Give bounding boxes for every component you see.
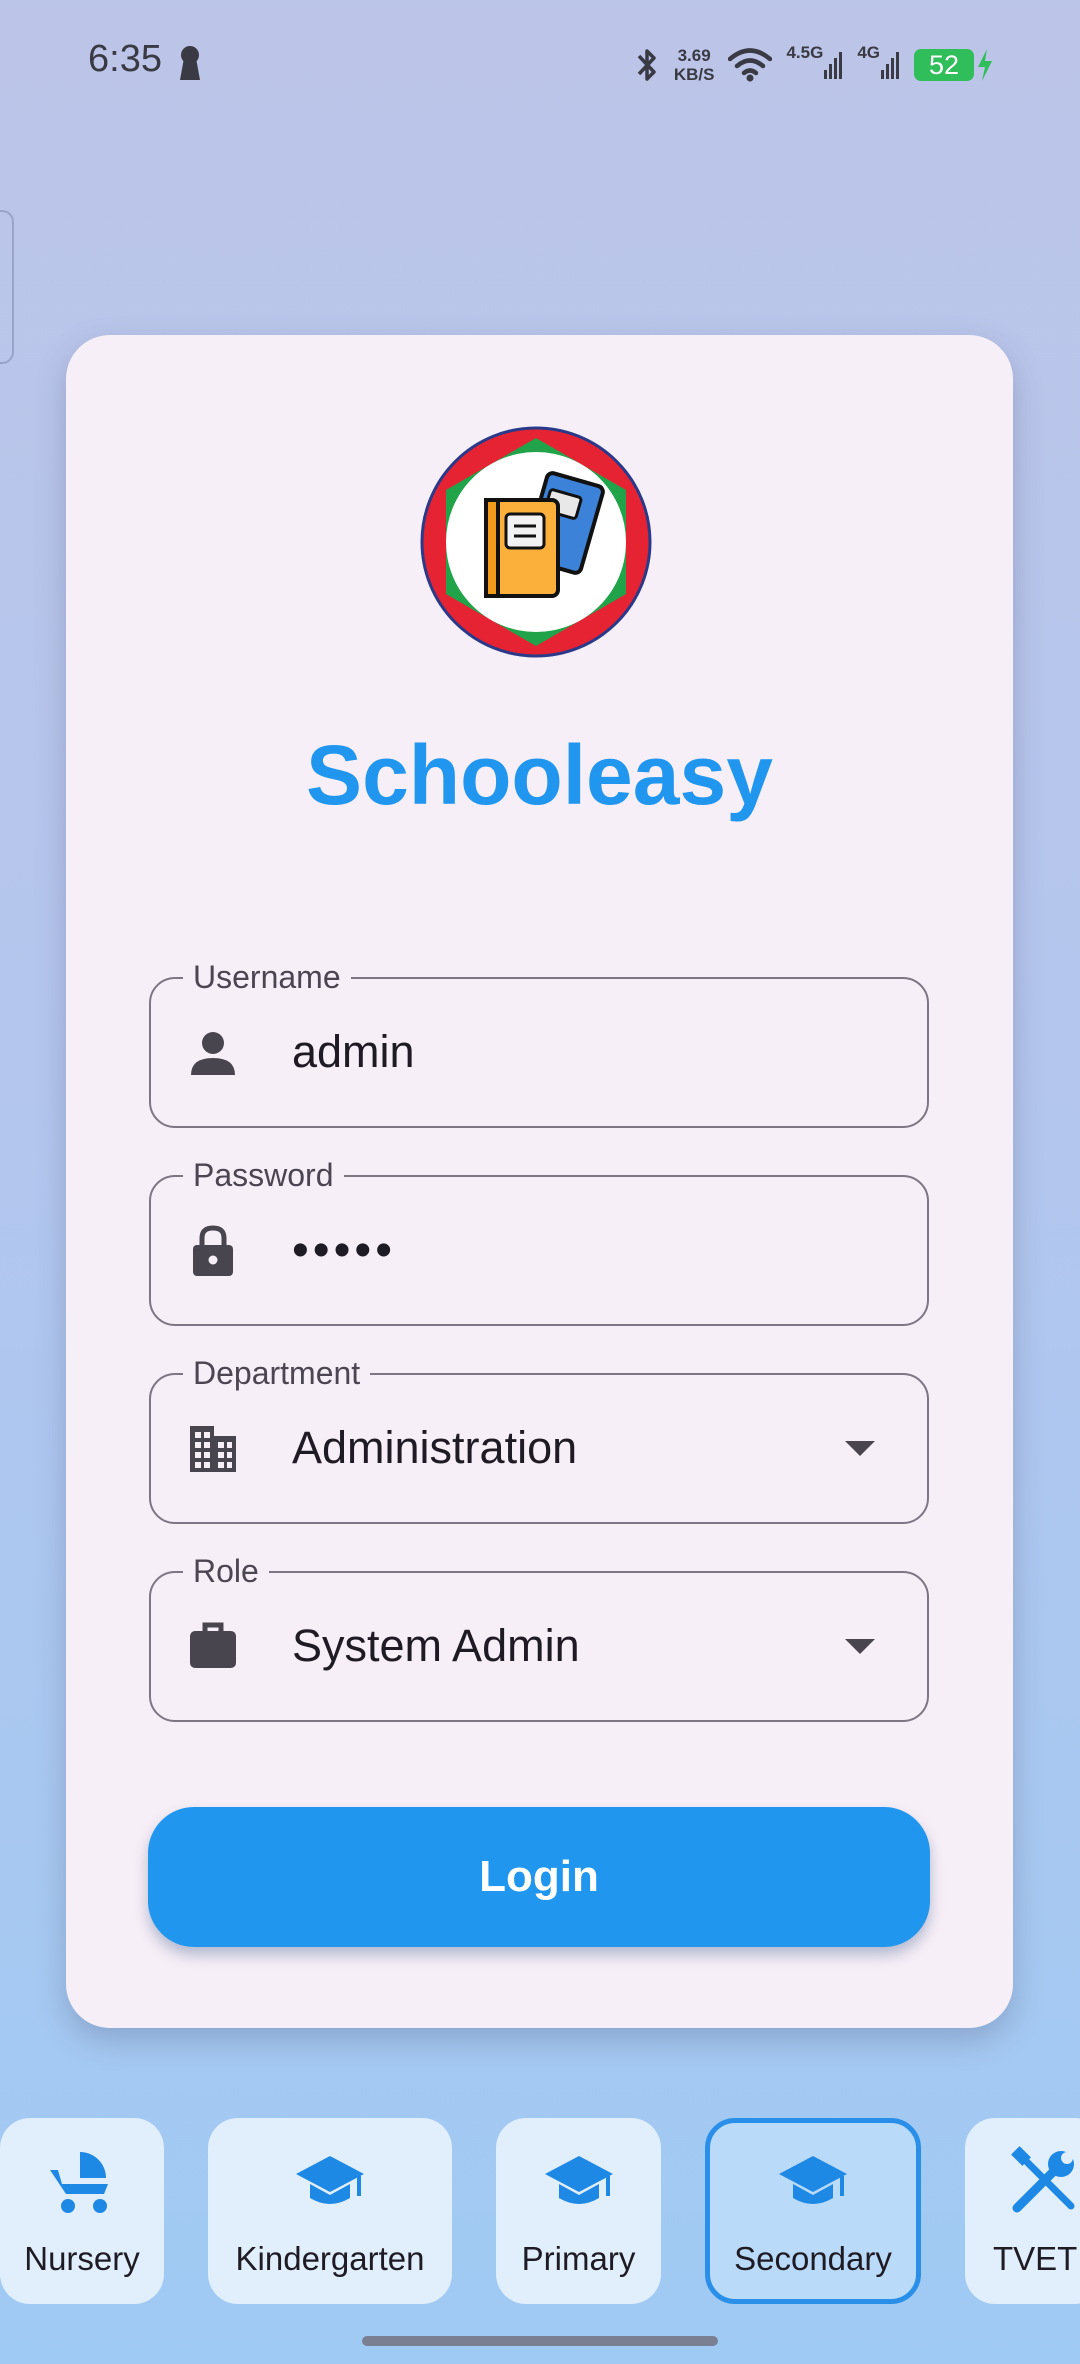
level-tab-secondary[interactable]: Secondary bbox=[705, 2118, 921, 2304]
status-bar: 6:35 3.69 KB/S 4.5G 4G 52 bbox=[0, 0, 1080, 130]
building-icon bbox=[190, 1426, 236, 1472]
login-button[interactable]: Login bbox=[148, 1807, 930, 1947]
edge-panel-handle[interactable] bbox=[0, 210, 14, 364]
login-card: Schooleasy Username admin Password •••••… bbox=[66, 335, 1013, 2028]
signal-label-2: 4G bbox=[857, 43, 880, 62]
network-speed-value: 3.69 bbox=[677, 46, 711, 65]
role-value: System Admin bbox=[292, 1620, 580, 1671]
level-label-nursery: Nursery bbox=[24, 2240, 140, 2277]
level-tab-primary[interactable]: Primary bbox=[496, 2118, 661, 2304]
lock-icon bbox=[193, 1225, 233, 1276]
stroller-icon bbox=[50, 2152, 108, 2213]
signal-label-1: 4.5G bbox=[786, 43, 824, 62]
dropdown-arrow-icon bbox=[845, 1639, 875, 1654]
network-speed: 3.69 KB/S bbox=[674, 46, 715, 84]
school-level-tabs: Nursery Kindergarten Primary Secondary T… bbox=[0, 2118, 1080, 2308]
graduation-cap-icon bbox=[779, 2156, 847, 2204]
tools-icon bbox=[1011, 2146, 1075, 2213]
level-tab-tvet[interactable]: TVET bbox=[965, 2118, 1080, 2304]
level-label-secondary: Secondary bbox=[734, 2240, 892, 2277]
password-field[interactable]: Password ••••• bbox=[149, 1157, 929, 1326]
bluetooth-icon bbox=[637, 49, 656, 81]
keyhole-icon bbox=[180, 46, 200, 80]
signal-bars-icon bbox=[824, 52, 843, 79]
graduation-cap-icon bbox=[296, 2156, 364, 2204]
signal-bars-icon bbox=[881, 52, 899, 79]
graduation-cap-icon bbox=[544, 2156, 613, 2204]
level-label-primary: Primary bbox=[521, 2240, 636, 2277]
level-tab-nursery[interactable]: Nursery bbox=[0, 2118, 164, 2304]
status-icons: 3.69 KB/S 4.5G 4G 52 bbox=[634, 40, 994, 90]
briefcase-icon bbox=[190, 1622, 236, 1668]
status-time: 6:35 bbox=[88, 38, 162, 80]
network-speed-unit: KB/S bbox=[673, 65, 715, 84]
username-input[interactable]: admin bbox=[292, 979, 415, 1125]
app-title: Schooleasy bbox=[306, 728, 773, 822]
home-indicator[interactable] bbox=[362, 2336, 718, 2346]
level-tab-kindergarten[interactable]: Kindergarten bbox=[208, 2118, 452, 2304]
dropdown-arrow-icon bbox=[845, 1441, 875, 1456]
charging-icon bbox=[978, 49, 992, 81]
wifi-icon bbox=[728, 48, 773, 82]
level-label-tvet: TVET bbox=[993, 2240, 1078, 2277]
password-input[interactable]: ••••• bbox=[292, 1177, 396, 1323]
department-value: Administration bbox=[292, 1422, 578, 1473]
username-field[interactable]: Username admin bbox=[149, 959, 929, 1128]
app-logo bbox=[420, 426, 652, 658]
battery-indicator: 52 bbox=[914, 49, 974, 81]
level-label-kindergarten: Kindergarten bbox=[235, 2240, 425, 2277]
role-select[interactable]: Role System Admin bbox=[149, 1553, 929, 1722]
department-select[interactable]: Department Administration bbox=[149, 1355, 929, 1524]
role-label: Role bbox=[183, 1553, 269, 1589]
person-icon bbox=[191, 1032, 235, 1075]
